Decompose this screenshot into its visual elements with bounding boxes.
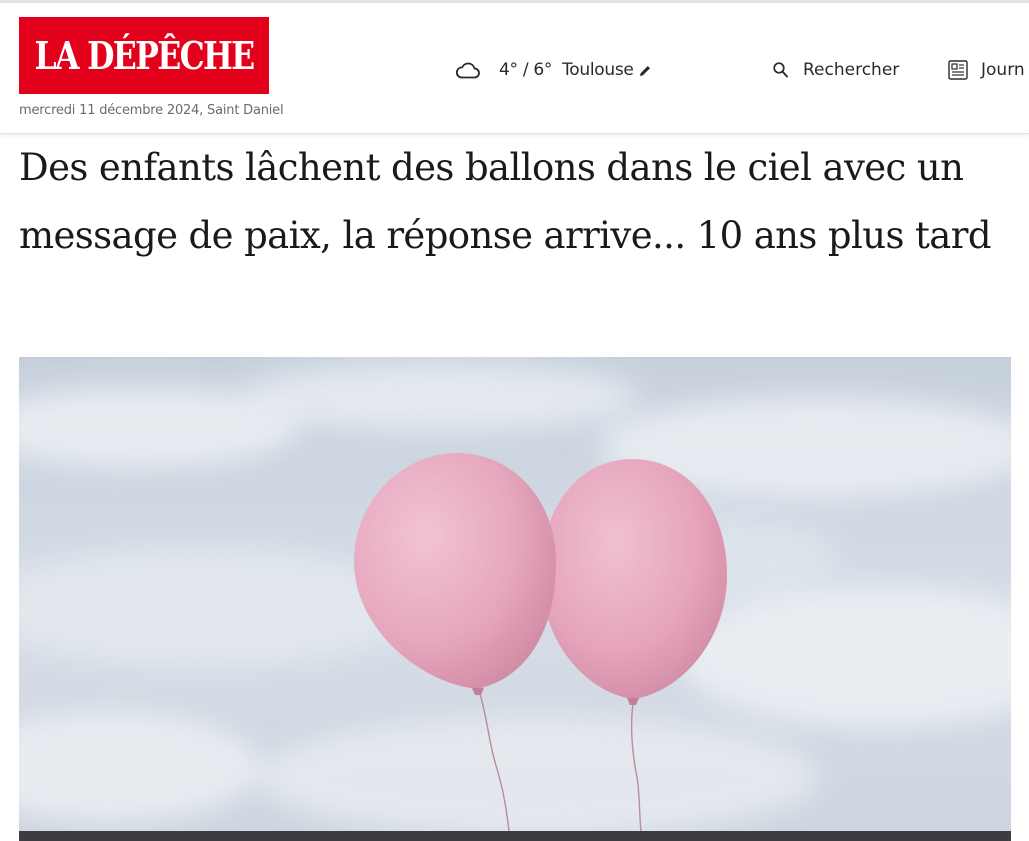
newspaper-icon (947, 59, 969, 81)
search-label: Rechercher (803, 60, 900, 80)
search-button[interactable]: Rechercher (772, 58, 899, 82)
image-caption-bar (19, 831, 1011, 841)
balloons-photo (19, 357, 1011, 831)
logo-text: LA DÉPÊCHE (34, 33, 255, 78)
city-name[interactable]: Toulouse (562, 60, 634, 80)
site-logo[interactable]: LA DÉPÊCHE (19, 17, 269, 94)
article-headline: Des enfants lâchent des ballons dans le … (19, 146, 992, 257)
weather-widget[interactable]: 4° / 6° Toulouse (455, 58, 652, 82)
cloud-icon (455, 60, 481, 80)
hero-image (19, 357, 1011, 831)
temperature-text: 4° / 6° (499, 60, 553, 80)
journal-label: Journ (981, 60, 1025, 80)
search-icon (772, 61, 790, 79)
date-line: mercredi 11 décembre 2024, Saint Daniel (19, 103, 284, 118)
site-header: LA DÉPÊCHE mercredi 11 décembre 2024, Sa… (0, 3, 1029, 134)
pencil-icon[interactable] (638, 64, 652, 78)
journal-button[interactable]: Journ (947, 58, 1025, 82)
